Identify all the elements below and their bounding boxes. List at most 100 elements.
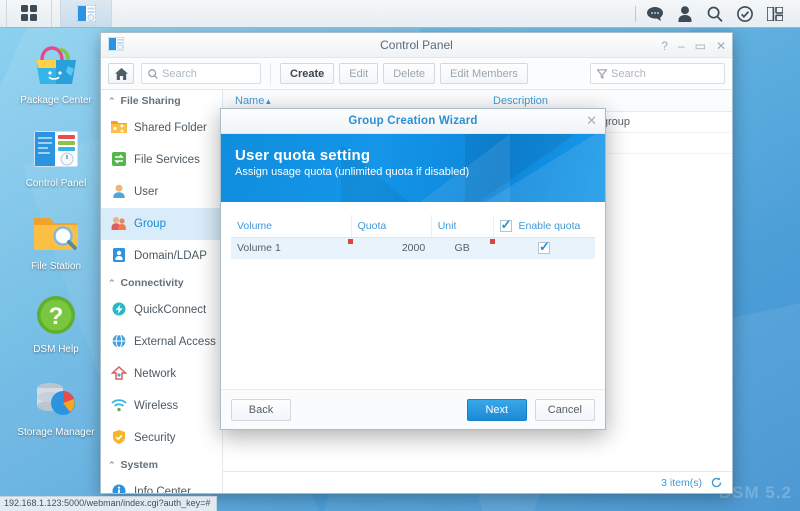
- banner-subheading: Assign usage quota (unlimited quota if d…: [235, 166, 470, 178]
- cell-unit[interactable]: GB: [431, 237, 496, 259]
- notification-icon[interactable]: [730, 0, 760, 28]
- desktop-icon-label: DSM Help: [33, 344, 79, 355]
- minimize-icon[interactable]: –: [678, 40, 685, 52]
- close-icon[interactable]: ✕: [586, 114, 597, 128]
- delete-button[interactable]: Delete: [383, 63, 436, 84]
- sort-asc-icon: ▲: [264, 96, 273, 106]
- item-count: 3 item(s): [661, 476, 702, 489]
- wireless-icon: [111, 398, 127, 414]
- sidebar-item-group[interactable]: Group: [101, 208, 222, 240]
- column-header-unit[interactable]: Unit: [430, 215, 494, 238]
- sidebar-item-quickconnect[interactable]: QuickConnect: [101, 294, 222, 326]
- refresh-icon[interactable]: [711, 477, 722, 488]
- sidebar-item-label: Wireless: [134, 400, 179, 412]
- desktop-icon-control-panel[interactable]: Control Panel: [14, 123, 98, 190]
- desktop-icon-label: Package Center: [20, 95, 92, 106]
- cell-text: Volume 1: [237, 242, 281, 255]
- desktop-icon-storage-manager[interactable]: Storage Manager: [14, 372, 98, 439]
- search-input[interactable]: Search: [141, 63, 261, 84]
- sidebar-item-external-access[interactable]: External Access: [101, 326, 222, 358]
- pilot-view-icon[interactable]: [760, 0, 790, 28]
- filter-placeholder: Search: [611, 67, 646, 80]
- create-button[interactable]: Create: [280, 63, 335, 84]
- file-station-icon: [30, 206, 82, 258]
- sidebar-group-system[interactable]: ⌃ System: [101, 454, 222, 476]
- sidebar-item-info-center[interactable]: Info Center: [101, 476, 222, 493]
- desktop-icon-list: Package Center Control Panel File Statio…: [14, 40, 98, 455]
- column-header-volume[interactable]: Volume: [231, 215, 352, 238]
- sidebar-item-network[interactable]: Network: [101, 358, 222, 390]
- maximize-icon[interactable]: ▭: [695, 40, 706, 52]
- cell-quota[interactable]: 2000: [351, 237, 432, 259]
- help-icon[interactable]: ?: [661, 40, 668, 52]
- edit-button[interactable]: Edit: [339, 63, 379, 84]
- enable-quota-checkbox[interactable]: [538, 239, 551, 255]
- dialog-content: Volume Quota Unit Enable quota: [221, 202, 605, 389]
- enable-quota-header-checkbox[interactable]: [499, 217, 512, 233]
- tray-divider: [635, 5, 636, 22]
- taskbar-item-control-panel[interactable]: [60, 0, 112, 27]
- sidebar-group-file-sharing[interactable]: ⌃ File Sharing: [101, 90, 222, 112]
- column-label: Volume: [237, 219, 273, 232]
- desktop-icon-label: Storage Manager: [17, 427, 95, 438]
- sidebar-item-wireless[interactable]: Wireless: [101, 390, 222, 422]
- cell-enable-quota[interactable]: [493, 237, 595, 259]
- grid-menu-icon: [20, 5, 38, 22]
- sidebar-group-label: System: [120, 459, 158, 471]
- column-header-quota[interactable]: Quota: [350, 215, 432, 238]
- cancel-button[interactable]: Cancel: [534, 398, 595, 421]
- home-button[interactable]: [108, 63, 134, 84]
- shield-icon: [111, 430, 127, 446]
- user-icon: [111, 184, 127, 200]
- group-icon: [111, 216, 127, 232]
- control-panel-toolbar: Search Create Edit Delete Edit Members S…: [101, 58, 732, 90]
- control-panel-icon: [30, 123, 82, 175]
- taskbar-spacer: [112, 0, 631, 27]
- filter-search-input[interactable]: Search: [590, 63, 725, 84]
- column-header-name[interactable]: Name▲: [223, 95, 485, 107]
- next-button[interactable]: Next: [466, 398, 527, 421]
- table-row[interactable]: Volume 1 2000 GB: [231, 237, 595, 259]
- grid-footer: 3 item(s): [223, 471, 732, 493]
- sidebar-group-label: File Sharing: [120, 95, 181, 107]
- sidebar-group-label: Connectivity: [120, 277, 184, 289]
- storage-manager-icon: [30, 372, 82, 424]
- home-icon: [114, 67, 128, 80]
- back-button[interactable]: Back: [231, 398, 291, 421]
- sidebar-group-connectivity[interactable]: ⌃ Connectivity: [101, 272, 222, 294]
- column-header-description[interactable]: Description: [485, 95, 548, 107]
- chevron-up-icon: ⌃: [108, 95, 116, 106]
- external-access-icon: [111, 334, 127, 350]
- package-center-icon: [30, 40, 82, 92]
- sidebar-item-security[interactable]: Security: [101, 422, 222, 454]
- column-header-enable-quota[interactable]: Enable quota: [492, 215, 595, 238]
- desktop-icon-package-center[interactable]: Package Center: [14, 40, 98, 107]
- sidebar-item-label: QuickConnect: [134, 304, 207, 316]
- chevron-up-icon: ⌃: [108, 459, 116, 470]
- banner-heading: User quota setting: [235, 147, 371, 164]
- sidebar-item-shared-folder[interactable]: Shared Folder: [101, 112, 222, 144]
- dialog-banner: User quota setting Assign usage quota (u…: [221, 134, 605, 202]
- dialog-titlebar[interactable]: Group Creation Wizard ✕: [221, 109, 605, 134]
- column-label: Description: [493, 94, 549, 107]
- sidebar-item-user[interactable]: User: [101, 176, 222, 208]
- sidebar-item-domain-ldap[interactable]: Domain/LDAP: [101, 240, 222, 272]
- quota-table: Volume Quota Unit Enable quota: [231, 215, 595, 259]
- user-icon[interactable]: [670, 0, 700, 28]
- dialog-footer: Back Next Cancel: [221, 389, 605, 429]
- control-panel-titlebar[interactable]: Control Panel ? – ▭ ✕: [101, 33, 732, 58]
- sidebar-item-file-services[interactable]: File Services: [101, 144, 222, 176]
- edit-members-button[interactable]: Edit Members: [440, 63, 528, 84]
- chat-icon[interactable]: [640, 0, 670, 28]
- toolbar-divider: [270, 62, 271, 85]
- desktop-icon-dsm-help[interactable]: ? DSM Help: [14, 289, 98, 356]
- sidebar-item-label: Domain/LDAP: [134, 250, 207, 262]
- main-menu-button[interactable]: [6, 0, 52, 27]
- search-icon[interactable]: [700, 0, 730, 28]
- quota-table-header-row: Volume Quota Unit Enable quota: [231, 215, 595, 238]
- sidebar: ⌃ File Sharing Shared Folder File Servic…: [101, 90, 223, 493]
- close-icon[interactable]: ✕: [716, 40, 726, 52]
- svg-text:?: ?: [49, 303, 64, 330]
- search-placeholder: Search: [162, 67, 197, 80]
- desktop-icon-file-station[interactable]: File Station: [14, 206, 98, 273]
